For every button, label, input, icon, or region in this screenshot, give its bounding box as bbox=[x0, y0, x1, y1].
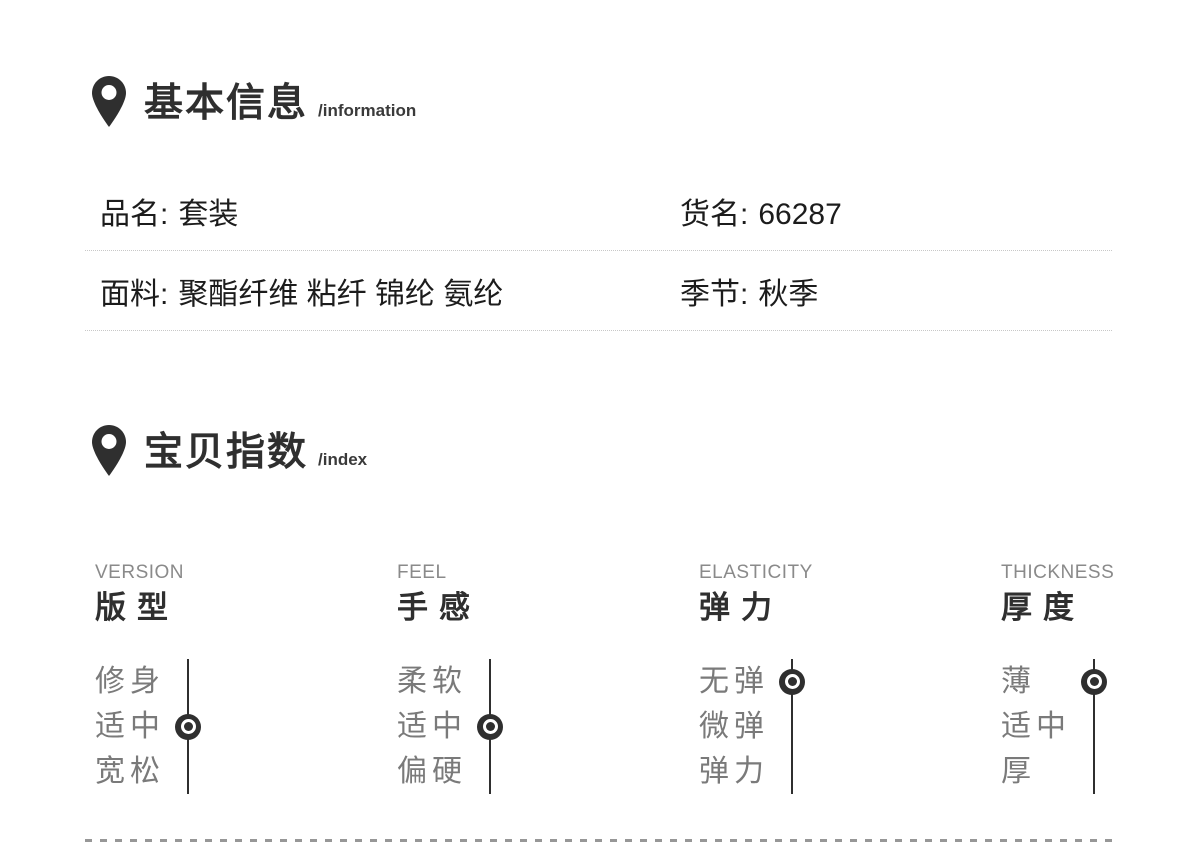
info-cell-product-name: 品名: 套装 bbox=[100, 189, 680, 233]
option-label: 弹力 bbox=[699, 755, 769, 788]
slider-marker-icon bbox=[1081, 668, 1107, 695]
option-label: 宽松 bbox=[95, 755, 165, 788]
basic-info-table: 品名: 套装 货名: 66287 面料: 聚酯纤维 粘纤 锦纶 氨纶 季节: 秋季 bbox=[85, 171, 1112, 331]
info-value: 秋季 bbox=[758, 277, 819, 311]
option-list: 柔软 适中 偏硬 bbox=[397, 659, 477, 794]
index-cn-label: 版型 bbox=[95, 590, 179, 625]
index-en-label: VERSION bbox=[95, 562, 185, 583]
index-en-label: ELASTICITY bbox=[699, 562, 813, 583]
index-en-label: FEEL bbox=[397, 562, 447, 583]
option-label: 微弹 bbox=[699, 710, 769, 743]
info-cell-item-number: 货名: 66287 bbox=[680, 189, 1112, 233]
index-column-feel: FEEL 手感 柔软 适中 偏硬 bbox=[397, 562, 699, 794]
option-label: 柔软 bbox=[397, 665, 467, 698]
info-cell-fabric: 面料: 聚酯纤维 粘纤 锦纶 氨纶 bbox=[100, 269, 680, 313]
product-index-grid: VERSION 版型 修身 适中 宽松 FEEL 手感 柔软 适中 偏硬 ELA… bbox=[95, 562, 1114, 794]
slider-track bbox=[175, 659, 201, 794]
info-label: 面料: bbox=[100, 277, 169, 311]
index-column-elasticity: ELASTICITY 弹力 无弹 微弹 弹力 bbox=[699, 562, 1001, 794]
index-cn-label: 弹力 bbox=[699, 590, 783, 625]
section-subtitle: /index bbox=[318, 450, 368, 469]
info-cell-season: 季节: 秋季 bbox=[680, 269, 1112, 313]
info-row: 品名: 套装 货名: 66287 bbox=[85, 171, 1112, 251]
option-list: 修身 适中 宽松 bbox=[95, 659, 175, 794]
slider-track bbox=[477, 659, 503, 794]
slider-track bbox=[779, 659, 805, 794]
info-value: 套装 bbox=[178, 197, 239, 231]
option-list: 薄 适中 厚 bbox=[1001, 659, 1081, 794]
index-slider: 修身 适中 宽松 bbox=[95, 659, 397, 794]
dashed-divider bbox=[85, 839, 1112, 842]
product-index-header: 宝贝指数 /index bbox=[91, 420, 367, 478]
location-pin-icon bbox=[91, 424, 127, 478]
option-label: 偏硬 bbox=[397, 755, 467, 788]
info-row: 面料: 聚酯纤维 粘纤 锦纶 氨纶 季节: 秋季 bbox=[85, 251, 1112, 331]
section-title: 宝贝指数 bbox=[144, 431, 309, 474]
index-slider: 柔软 适中 偏硬 bbox=[397, 659, 699, 794]
slider-marker-icon bbox=[477, 713, 503, 740]
option-label: 适中 bbox=[397, 710, 467, 743]
product-detail-page: 基本信息 /information 品名: 套装 货名: 66287 面料: 聚酯纤维… bbox=[0, 0, 1200, 862]
info-label: 货名: bbox=[680, 197, 749, 231]
location-pin-icon bbox=[91, 75, 127, 129]
option-label: 厚 bbox=[1001, 755, 1036, 788]
index-slider: 薄 适中 厚 bbox=[1001, 659, 1114, 794]
info-value: 66287 bbox=[758, 197, 842, 231]
slider-marker-icon bbox=[779, 668, 805, 695]
slider-track bbox=[1081, 659, 1107, 794]
index-cn-label: 手感 bbox=[397, 590, 481, 625]
option-label: 无弹 bbox=[699, 665, 769, 698]
section-title: 基本信息 bbox=[144, 82, 309, 125]
slider-marker-icon bbox=[175, 713, 201, 740]
basic-info-header: 基本信息 /information bbox=[91, 71, 416, 129]
section-subtitle: /information bbox=[318, 101, 417, 120]
option-list: 无弹 微弹 弹力 bbox=[699, 659, 779, 794]
info-value: 聚酯纤维 粘纤 锦纶 氨纶 bbox=[178, 277, 504, 311]
index-cn-label: 厚度 bbox=[1001, 590, 1085, 625]
option-label: 适中 bbox=[95, 710, 165, 743]
option-label: 修身 bbox=[95, 665, 165, 698]
index-column-thickness: THICKNESS 厚度 薄 适中 厚 bbox=[1001, 562, 1114, 794]
option-label: 适中 bbox=[1001, 710, 1071, 743]
index-slider: 无弹 微弹 弹力 bbox=[699, 659, 1001, 794]
info-label: 品名: bbox=[100, 197, 169, 231]
info-label: 季节: bbox=[680, 277, 749, 311]
index-column-version: VERSION 版型 修身 适中 宽松 bbox=[95, 562, 397, 794]
option-label: 薄 bbox=[1001, 665, 1036, 698]
index-en-label: THICKNESS bbox=[1001, 562, 1115, 583]
